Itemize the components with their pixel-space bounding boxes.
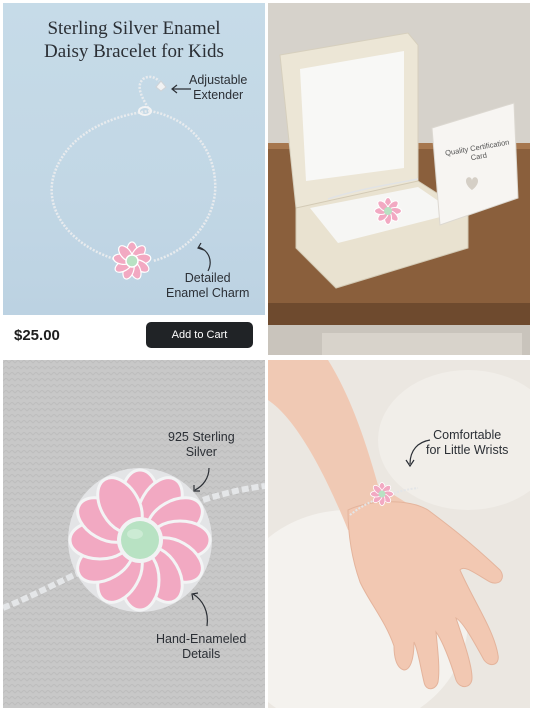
daisy-charm-small [112,241,152,280]
callout-comfortable-wrists: Comfortable for Little Wrists [426,428,509,457]
wrist-illustration [268,360,530,708]
gift-box-image-panel: Quality Certification Card [268,3,530,355]
callout-enamel-charm: Detailed Enamel Charm [166,271,250,300]
wrist-image-panel: Comfortable for Little Wrists [268,360,530,708]
daisy-charm-large [68,468,212,612]
callout-adjustable-extender: Adjustable Extender [189,73,248,102]
add-to-cart-button[interactable]: Add to Cart [146,322,253,348]
price: $25.00 [14,327,60,344]
callout-sterling-silver: 925 Sterling Silver [168,430,235,459]
charm-closeup-panel: 925 Sterling Silver Hand-Enameled Detail… [3,360,265,708]
product-image-panel: Sterling Silver Enamel Daisy Bracelet fo… [3,3,265,315]
purchase-bar: $25.00 Add to Cart [3,315,265,357]
gift-box-illustration [268,3,530,355]
bracelet-illustration [50,75,217,280]
callout-hand-enameled: Hand-Enameled Details [156,632,247,661]
